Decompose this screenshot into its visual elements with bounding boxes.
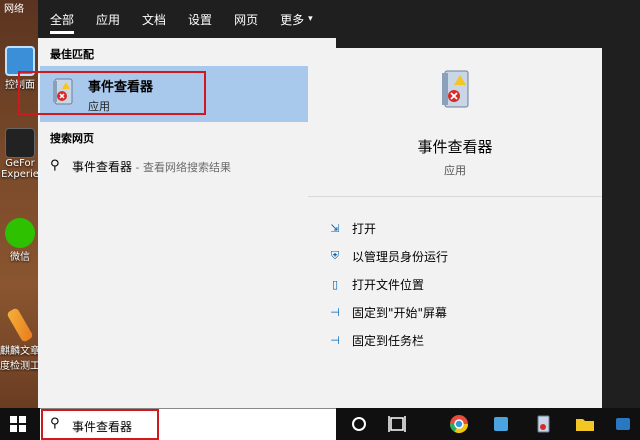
tab-label: 应用 xyxy=(96,12,121,27)
search-icon: ⚲ xyxy=(50,158,60,173)
action-pin-to-start[interactable]: ⊣ 固定到"开始"屏幕 xyxy=(328,302,447,322)
open-icon: ⇲ xyxy=(330,221,340,235)
cortana-icon[interactable] xyxy=(348,414,370,434)
tab-label: 设置 xyxy=(188,12,213,27)
tab-more[interactable]: 更多 ▾ xyxy=(280,0,313,38)
web-result-text: 事件查看器 - 查看网络搜索结果 xyxy=(72,158,231,175)
desktop-icon-wechat[interactable]: 微信 xyxy=(0,218,40,263)
desktop-icon-label: 微信 xyxy=(10,252,30,263)
action-pin-to-taskbar[interactable]: ⊣ 固定到任务栏 xyxy=(328,330,424,350)
search-highlight-box xyxy=(41,409,159,440)
app-icon[interactable] xyxy=(490,414,512,434)
tab-label: 网页 xyxy=(234,12,259,27)
file-icon: ▯ xyxy=(331,277,339,291)
tab-documents[interactable]: 文档 xyxy=(142,0,166,38)
tab-apps[interactable]: 应用 xyxy=(96,0,120,38)
tab-all[interactable]: 全部 xyxy=(50,0,75,38)
tab-web[interactable]: 网页 xyxy=(234,0,258,38)
preview-divider xyxy=(308,196,602,197)
action-open-file-location[interactable]: ▯ 打开文件位置 xyxy=(328,274,424,294)
folder-icon[interactable] xyxy=(574,414,596,434)
preview-app-name: 事件查看器 xyxy=(417,138,493,156)
shield-icon: ⛨ xyxy=(330,249,340,262)
web-result-query: 事件查看器 xyxy=(72,160,133,174)
tab-label: 更多 xyxy=(280,12,305,27)
desktop-icon-qilin[interactable]: 麒麟文章 度检测工 xyxy=(0,307,40,372)
tab-label: 全部 xyxy=(50,12,75,27)
event-viewer-large-icon xyxy=(442,70,469,108)
desktop-icon-label-2: Experie xyxy=(1,169,39,180)
chrome-icon[interactable] xyxy=(448,414,470,434)
action-label: 固定到"开始"屏幕 xyxy=(352,305,448,320)
wechat-icon xyxy=(5,218,35,248)
action-label: 打开文件位置 xyxy=(352,277,425,292)
action-label: 打开 xyxy=(352,221,377,236)
best-match-highlight-box xyxy=(18,71,206,115)
windows-start-icon[interactable] xyxy=(10,416,26,432)
app-preview: 事件查看器 应用 xyxy=(308,48,602,196)
best-match-heading: 最佳匹配 xyxy=(50,48,94,61)
tab-settings[interactable]: 设置 xyxy=(188,0,212,38)
desktop-icon-label: GeFor xyxy=(5,158,35,169)
event-viewer-taskbar-icon[interactable] xyxy=(532,414,554,434)
tray-icon[interactable] xyxy=(612,414,634,434)
pin-icon: ⊣ xyxy=(330,305,340,319)
desktop-icon-geforce[interactable]: GeFor Experie xyxy=(0,128,40,180)
action-run-as-admin[interactable]: ⛨ 以管理员身份运行 xyxy=(328,246,448,266)
desktop-top-label: 网络 xyxy=(4,4,24,15)
geforce-icon xyxy=(5,128,35,158)
desktop-icon-label: 麒麟文章 xyxy=(0,346,40,357)
pin-icon: ⊣ xyxy=(330,333,340,347)
web-result-hint: - 查看网络搜索结果 xyxy=(132,161,231,174)
preview-pane: 事件查看器 应用 ⇲ 打开 ⛨ 以管理员身份运行 ▯ 打开文件位置 ⊣ 固定到"… xyxy=(308,48,602,408)
tab-label: 文档 xyxy=(142,12,167,27)
action-label: 以管理员身份运行 xyxy=(352,249,449,264)
action-label: 固定到任务栏 xyxy=(352,333,425,348)
preview-app-type: 应用 xyxy=(444,164,466,177)
web-search-result[interactable]: ⚲ 事件查看器 - 查看网络搜索结果 › xyxy=(38,152,336,180)
search-tabs: 全部 应用 文档 设置 网页 更多 ▾ xyxy=(38,0,640,38)
desktop-icon-label-2: 度检测工 xyxy=(0,361,40,372)
web-search-heading: 搜索网页 xyxy=(50,132,94,145)
chevron-down-icon: ▾ xyxy=(308,14,313,24)
pencil-icon xyxy=(6,307,34,343)
action-open[interactable]: ⇲ 打开 xyxy=(328,218,376,238)
task-view-icon[interactable] xyxy=(386,414,408,434)
